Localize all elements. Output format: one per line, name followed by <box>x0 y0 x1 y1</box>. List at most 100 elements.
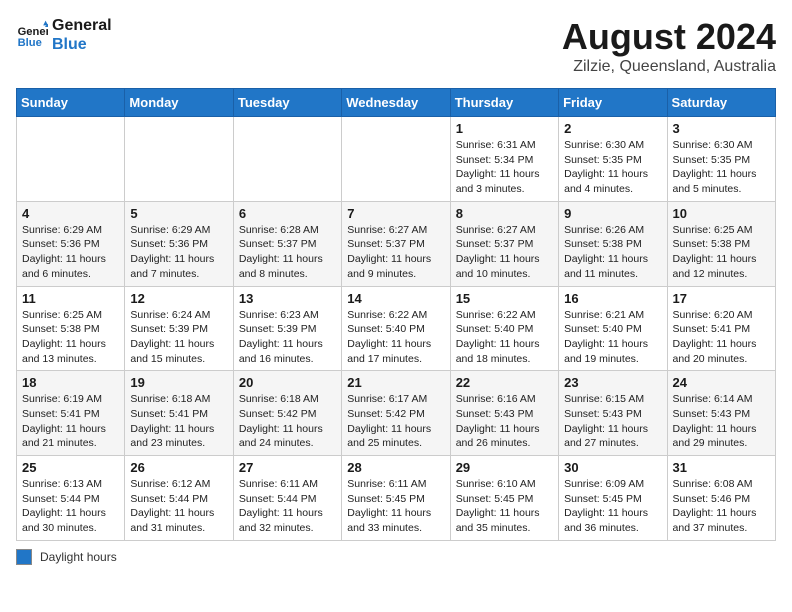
day-number: 23 <box>564 375 661 390</box>
calendar-cell: 4 Sunrise: 6:29 AM Sunset: 5:36 PM Daylig… <box>17 201 125 286</box>
logo: General Blue General Blue <box>16 16 112 54</box>
day-header-tuesday: Tuesday <box>233 89 341 117</box>
day-number: 5 <box>130 206 227 221</box>
svg-text:General: General <box>18 26 48 38</box>
day-info: Sunrise: 6:16 AM Sunset: 5:43 PM Dayligh… <box>456 392 553 451</box>
calendar-cell: 10Sunrise: 6:25 AM Sunset: 5:38 PM Dayli… <box>667 201 775 286</box>
day-number: 15 <box>456 291 553 306</box>
day-info: Sunrise: 6:10 AM Sunset: 5:45 PM Dayligh… <box>456 477 553 536</box>
day-info: Sunrise: 6:08 AM Sunset: 5:46 PM Dayligh… <box>673 477 770 536</box>
day-number: 13 <box>239 291 336 306</box>
calendar-cell: 14 Sunrise: 6:22 AM Sunset: 5:40 PM Dayli… <box>342 286 450 371</box>
day-number: 1 <box>456 121 553 136</box>
day-info: Sunrise: 6:17 AM Sunset: 5:42 PM Dayligh… <box>347 392 444 451</box>
calendar-cell: 13Sunrise: 6:23 AM Sunset: 5:39 PM Dayli… <box>233 286 341 371</box>
calendar-cell: 5Sunrise: 6:29 AM Sunset: 5:36 PM Daylig… <box>125 201 233 286</box>
day-header-saturday: Saturday <box>667 89 775 117</box>
calendar-cell: 16 Sunrise: 6:21 AM Sunset: 5:40 PM Dayli… <box>559 286 667 371</box>
logo-text-blue: Blue <box>52 35 112 54</box>
day-info: Sunrise: 6:24 AM Sunset: 5:39 PM Dayligh… <box>130 308 227 367</box>
month-title: August 2024 <box>562 16 776 58</box>
day-number: 4 <box>22 206 119 221</box>
legend-label: Daylight hours <box>40 550 117 564</box>
day-info: Sunrise: 6:25 AM Sunset: 5:38 PM Dayligh… <box>22 308 119 367</box>
day-info: Sunrise: 6:13 AM Sunset: 5:44 PM Dayligh… <box>22 477 119 536</box>
day-header-wednesday: Wednesday <box>342 89 450 117</box>
day-number: 6 <box>239 206 336 221</box>
day-number: 17 <box>673 291 770 306</box>
calendar-cell <box>342 117 450 202</box>
calendar-header-row: SundayMondayTuesdayWednesdayThursdayFrid… <box>17 89 776 117</box>
day-number: 19 <box>130 375 227 390</box>
calendar-cell: 6 Sunrise: 6:28 AM Sunset: 5:37 PM Daylig… <box>233 201 341 286</box>
day-number: 10 <box>673 206 770 221</box>
day-info: Sunrise: 6:28 AM Sunset: 5:37 PM Dayligh… <box>239 223 336 282</box>
day-header-monday: Monday <box>125 89 233 117</box>
calendar-cell: 3Sunrise: 6:30 AM Sunset: 5:35 PM Daylig… <box>667 117 775 202</box>
calendar-week-row: 1 Sunrise: 6:31 AM Sunset: 5:34 PM Daylig… <box>17 117 776 202</box>
logo-icon: General Blue <box>16 19 48 51</box>
day-info: Sunrise: 6:29 AM Sunset: 5:36 PM Dayligh… <box>22 223 119 282</box>
day-number: 16 <box>564 291 661 306</box>
calendar-cell: 28 Sunrise: 6:11 AM Sunset: 5:45 PM Dayli… <box>342 456 450 541</box>
day-number: 28 <box>347 460 444 475</box>
day-number: 7 <box>347 206 444 221</box>
day-number: 27 <box>239 460 336 475</box>
day-number: 11 <box>22 291 119 306</box>
calendar-week-row: 18Sunrise: 6:19 AM Sunset: 5:41 PM Dayli… <box>17 371 776 456</box>
calendar-week-row: 11 Sunrise: 6:25 AM Sunset: 5:38 PM Dayli… <box>17 286 776 371</box>
day-info: Sunrise: 6:26 AM Sunset: 5:38 PM Dayligh… <box>564 223 661 282</box>
day-info: Sunrise: 6:30 AM Sunset: 5:35 PM Dayligh… <box>564 138 661 197</box>
title-block: August 2024 Zilzie, Queensland, Australi… <box>562 16 776 76</box>
calendar-cell: 7Sunrise: 6:27 AM Sunset: 5:37 PM Daylig… <box>342 201 450 286</box>
calendar-cell: 29 Sunrise: 6:10 AM Sunset: 5:45 PM Dayli… <box>450 456 558 541</box>
calendar-cell <box>125 117 233 202</box>
calendar-cell: 11 Sunrise: 6:25 AM Sunset: 5:38 PM Dayli… <box>17 286 125 371</box>
day-number: 18 <box>22 375 119 390</box>
day-number: 8 <box>456 206 553 221</box>
day-info: Sunrise: 6:18 AM Sunset: 5:41 PM Dayligh… <box>130 392 227 451</box>
day-number: 9 <box>564 206 661 221</box>
calendar-week-row: 25 Sunrise: 6:13 AM Sunset: 5:44 PM Dayli… <box>17 456 776 541</box>
day-info: Sunrise: 6:22 AM Sunset: 5:40 PM Dayligh… <box>456 308 553 367</box>
day-header-friday: Friday <box>559 89 667 117</box>
day-number: 2 <box>564 121 661 136</box>
day-info: Sunrise: 6:22 AM Sunset: 5:40 PM Dayligh… <box>347 308 444 367</box>
day-number: 20 <box>239 375 336 390</box>
day-info: Sunrise: 6:18 AM Sunset: 5:42 PM Dayligh… <box>239 392 336 451</box>
calendar-cell: 15 Sunrise: 6:22 AM Sunset: 5:40 PM Dayli… <box>450 286 558 371</box>
calendar-cell: 27Sunrise: 6:11 AM Sunset: 5:44 PM Dayli… <box>233 456 341 541</box>
day-number: 26 <box>130 460 227 475</box>
day-info: Sunrise: 6:11 AM Sunset: 5:45 PM Dayligh… <box>347 477 444 536</box>
calendar-cell: 19 Sunrise: 6:18 AM Sunset: 5:41 PM Dayli… <box>125 371 233 456</box>
day-info: Sunrise: 6:31 AM Sunset: 5:34 PM Dayligh… <box>456 138 553 197</box>
day-header-thursday: Thursday <box>450 89 558 117</box>
calendar-cell: 30Sunrise: 6:09 AM Sunset: 5:45 PM Dayli… <box>559 456 667 541</box>
day-number: 31 <box>673 460 770 475</box>
day-number: 22 <box>456 375 553 390</box>
calendar-cell: 24Sunrise: 6:14 AM Sunset: 5:43 PM Dayli… <box>667 371 775 456</box>
day-number: 25 <box>22 460 119 475</box>
calendar-table: SundayMondayTuesdayWednesdayThursdayFrid… <box>16 88 776 541</box>
calendar-cell: 9 Sunrise: 6:26 AM Sunset: 5:38 PM Daylig… <box>559 201 667 286</box>
day-number: 3 <box>673 121 770 136</box>
calendar-cell: 23Sunrise: 6:15 AM Sunset: 5:43 PM Dayli… <box>559 371 667 456</box>
day-number: 29 <box>456 460 553 475</box>
day-info: Sunrise: 6:09 AM Sunset: 5:45 PM Dayligh… <box>564 477 661 536</box>
calendar-cell: 21 Sunrise: 6:17 AM Sunset: 5:42 PM Dayli… <box>342 371 450 456</box>
calendar-cell: 26 Sunrise: 6:12 AM Sunset: 5:44 PM Dayli… <box>125 456 233 541</box>
legend-box <box>16 549 32 565</box>
day-number: 12 <box>130 291 227 306</box>
logo-text-general: General <box>52 16 112 35</box>
calendar-cell: 8Sunrise: 6:27 AM Sunset: 5:37 PM Daylig… <box>450 201 558 286</box>
day-info: Sunrise: 6:21 AM Sunset: 5:40 PM Dayligh… <box>564 308 661 367</box>
svg-text:Blue: Blue <box>18 37 42 49</box>
day-number: 14 <box>347 291 444 306</box>
day-info: Sunrise: 6:14 AM Sunset: 5:43 PM Dayligh… <box>673 392 770 451</box>
day-info: Sunrise: 6:12 AM Sunset: 5:44 PM Dayligh… <box>130 477 227 536</box>
day-number: 21 <box>347 375 444 390</box>
calendar-footer: Daylight hours <box>16 549 776 565</box>
calendar-cell: 18Sunrise: 6:19 AM Sunset: 5:41 PM Dayli… <box>17 371 125 456</box>
calendar-cell: 17Sunrise: 6:20 AM Sunset: 5:41 PM Dayli… <box>667 286 775 371</box>
calendar-cell: 12 Sunrise: 6:24 AM Sunset: 5:39 PM Dayli… <box>125 286 233 371</box>
